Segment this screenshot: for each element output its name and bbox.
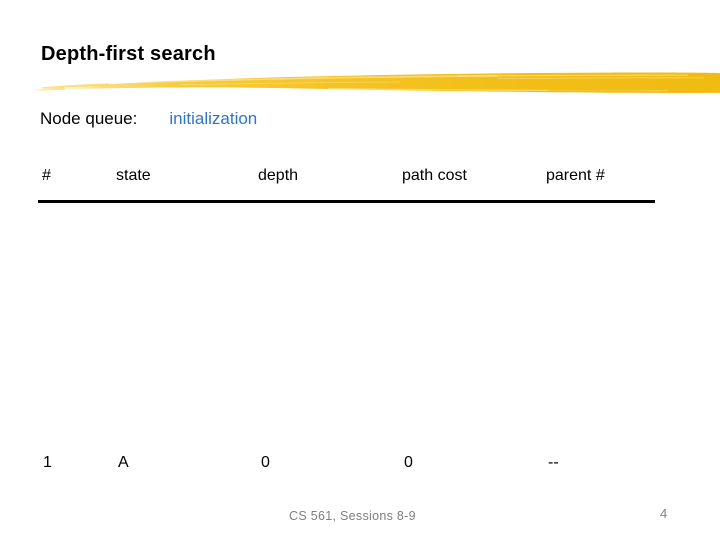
- page-title: Depth-first search: [41, 43, 216, 65]
- cell-state: A: [118, 454, 129, 471]
- slide-canvas: Depth-first search Node queue: initializ…: [0, 0, 720, 540]
- column-header-parent: parent #: [546, 167, 605, 184]
- yellow-brush-stroke-icon: [28, 62, 720, 102]
- cell-path-cost: 0: [404, 454, 413, 471]
- column-header-path-cost: path cost: [402, 167, 467, 184]
- cell-parent: --: [548, 454, 559, 471]
- cell-number: 1: [43, 454, 52, 471]
- cell-depth: 0: [261, 454, 270, 471]
- node-queue-label: Node queue:: [40, 109, 138, 128]
- column-header-number: #: [42, 167, 51, 184]
- footer-course-label: CS 561, Sessions 8-9: [289, 509, 416, 523]
- node-queue-row: Node queue: initialization: [40, 106, 257, 132]
- column-header-state: state: [116, 167, 151, 184]
- column-header-depth: depth: [258, 167, 299, 184]
- node-queue-value: initialization: [169, 109, 258, 128]
- table-header-rule: [38, 200, 655, 203]
- search-node-table: # state depth path cost parent # 1 A 0 0…: [0, 0, 720, 540]
- footer-page-number: 4: [660, 506, 668, 521]
